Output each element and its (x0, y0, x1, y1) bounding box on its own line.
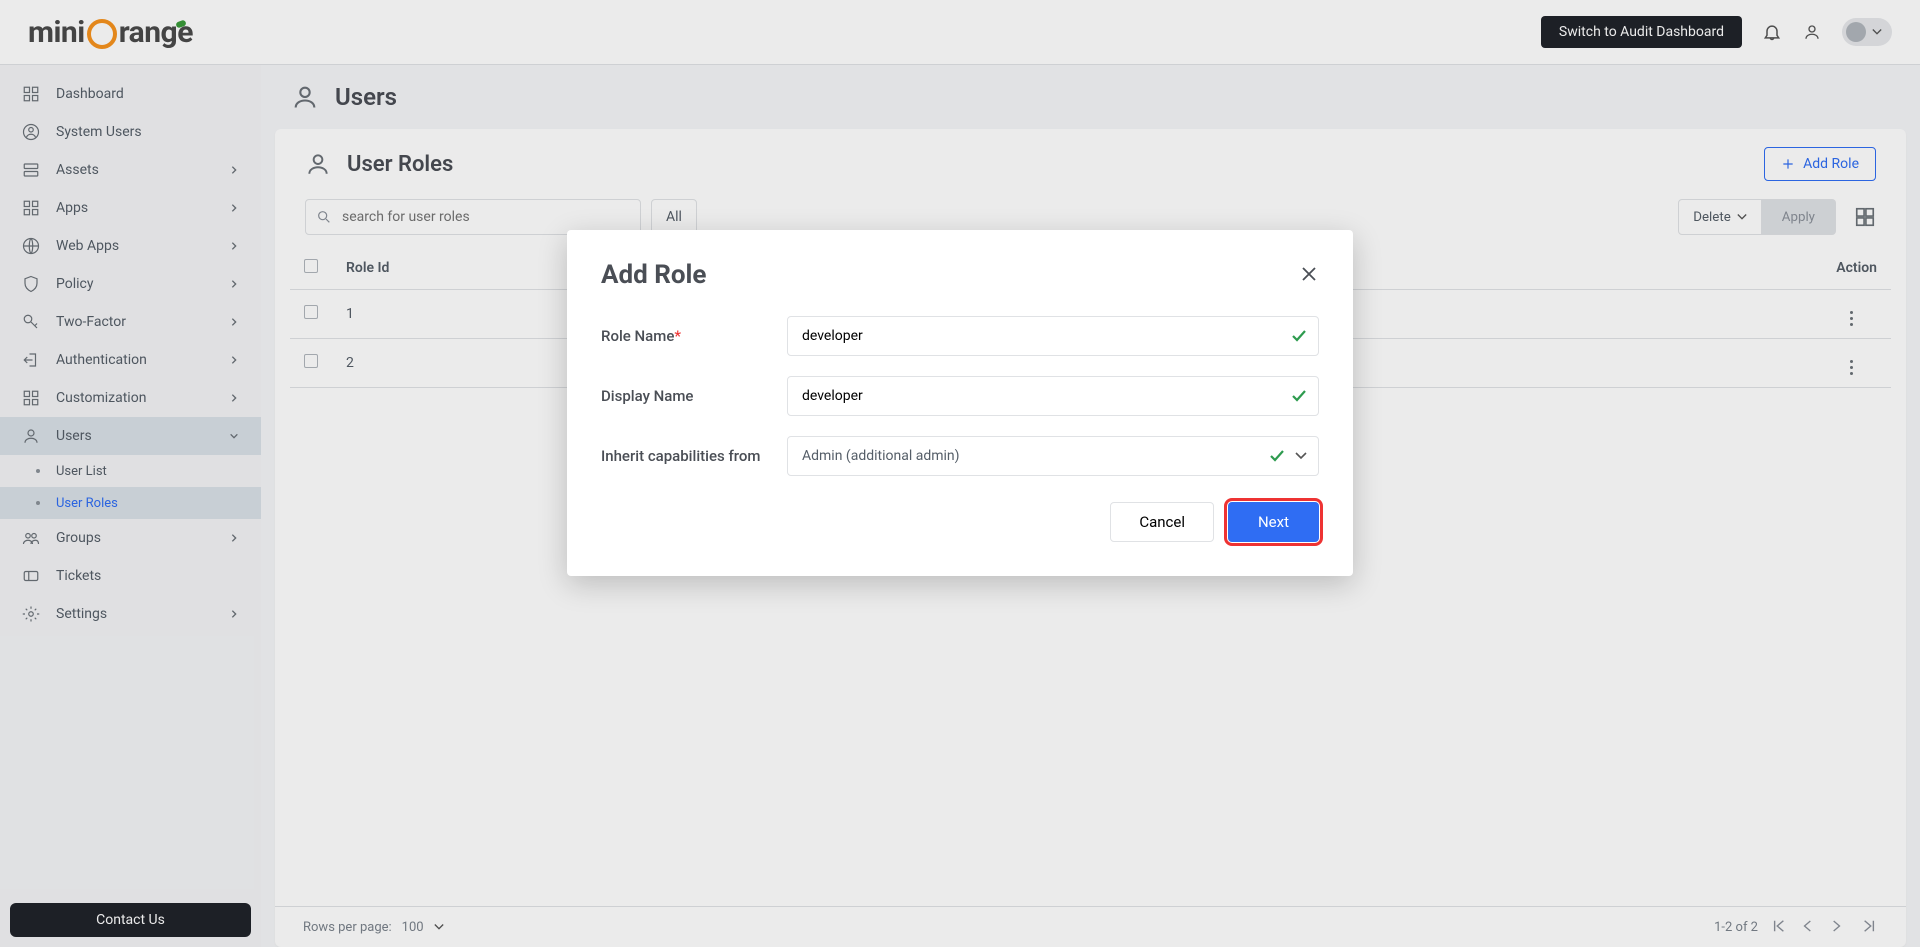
add-role-modal: Add Role Role Name* Display Name (567, 230, 1353, 576)
check-icon (1291, 388, 1307, 404)
check-icon (1291, 328, 1307, 344)
display-name-input[interactable] (787, 376, 1319, 416)
role-name-label: Role Name* (601, 327, 787, 345)
role-name-input[interactable] (787, 316, 1319, 356)
cancel-button[interactable]: Cancel (1110, 502, 1214, 542)
check-icon (1269, 448, 1285, 464)
modal-overlay: Add Role Role Name* Display Name (0, 0, 1920, 947)
modal-title: Add Role (601, 260, 706, 290)
inherit-label: Inherit capabilities from (601, 447, 787, 465)
close-icon[interactable] (1301, 266, 1319, 284)
chevron-down-icon (1295, 452, 1307, 460)
display-name-label: Display Name (601, 387, 787, 405)
next-button[interactable]: Next (1228, 502, 1319, 542)
inherit-select[interactable]: Admin (additional admin) (787, 436, 1319, 476)
inherit-value: Admin (additional admin) (802, 448, 960, 464)
